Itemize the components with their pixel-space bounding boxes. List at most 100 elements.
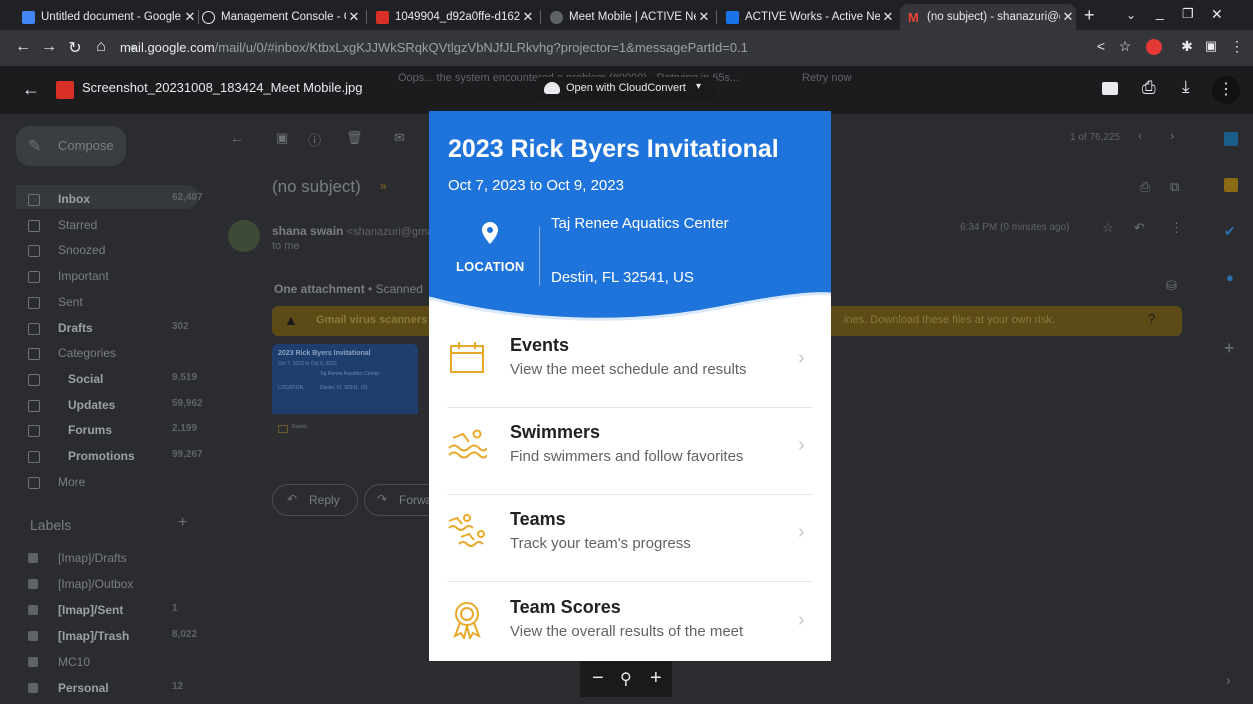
url-field[interactable]: mail.google.com/mail/u/0/#inbox/KtbxLxgK…: [120, 40, 748, 55]
zoom-out-icon[interactable]: −: [592, 667, 604, 690]
older-icon[interactable]: ›: [1170, 128, 1174, 143]
sender-avatar[interactable]: [228, 220, 260, 252]
sidebar-item[interactable]: Updates 59,962: [28, 398, 203, 412]
more-icon[interactable]: ⋮: [1170, 220, 1183, 236]
dropdown-arrow-icon[interactable]: ▾: [696, 81, 701, 92]
sidebar-item[interactable]: Forums 2,199: [28, 423, 197, 438]
label-item[interactable]: Personal 12: [28, 681, 183, 695]
help-icon[interactable]: ?: [1148, 311, 1155, 326]
label-item[interactable]: [Imap]/Outbox: [28, 577, 133, 591]
new-tab-button[interactable]: +: [1084, 5, 1095, 26]
sidebar-item[interactable]: Starred: [28, 218, 97, 232]
sidebar-item[interactable]: Categories: [28, 346, 116, 361]
forward-icon[interactable]: →: [38, 38, 60, 56]
label-item[interactable]: [Imap]/Sent 1: [28, 603, 178, 617]
extensions-icon[interactable]: ✱: [1176, 38, 1198, 55]
reload-icon[interactable]: ↻: [64, 38, 86, 58]
meet-mobile-screenshot: 2023 Rick Byers Invitational Oct 7, 2023…: [429, 111, 831, 661]
add-to-drive-folder-icon[interactable]: [1102, 82, 1118, 95]
close-tab-icon[interactable]: ✕: [520, 9, 536, 25]
add-label-icon[interactable]: +: [178, 514, 187, 532]
browser-tab[interactable]: Untitled document - Google ✕: [14, 4, 198, 30]
report-spam-icon[interactable]: ⓘ: [308, 130, 321, 149]
close-tab-icon[interactable]: ✕: [696, 9, 712, 25]
get-addons-icon[interactable]: +: [1224, 338, 1235, 359]
sidebar-item[interactable]: Promotions 99,267: [28, 449, 203, 463]
viewer-more-icon[interactable]: ⋮: [1212, 76, 1240, 104]
sidebar-item-count: 62,407: [172, 192, 203, 203]
zoom-magnifier-icon[interactable]: ⚲: [620, 669, 632, 689]
open-with-cloudconvert-button[interactable]: Open with CloudConvert ▾: [536, 77, 716, 101]
label-item-label: [Imap]/Sent: [58, 603, 124, 617]
side-panel-icon[interactable]: ▣: [1200, 38, 1222, 54]
important-marker-icon[interactable]: »: [380, 179, 387, 193]
browser-tab[interactable]: ACTIVE Works - Active Netw ✕: [718, 4, 896, 30]
sidebar-item[interactable]: Inbox 62,407: [28, 192, 203, 206]
menu-item-team-scores[interactable]: Team Scores View the overall results of …: [447, 583, 813, 661]
keep-app-icon[interactable]: [1224, 178, 1238, 192]
tab-title: Untitled document - Google: [41, 11, 181, 23]
newer-icon[interactable]: ‹: [1138, 128, 1142, 143]
star-icon[interactable]: ☆: [1102, 220, 1114, 236]
reply-icon[interactable]: ↶: [1134, 220, 1145, 236]
menu-item-events[interactable]: Events View the meet schedule and result…: [447, 321, 813, 407]
close-window-icon[interactable]: ✕: [1211, 6, 1223, 23]
label-item[interactable]: [Imap]/Drafts: [28, 551, 127, 565]
label-tag-icon: [28, 683, 38, 693]
close-tab-icon[interactable]: ✕: [880, 9, 896, 25]
minimize-icon[interactable]: _: [1156, 4, 1164, 20]
back-icon[interactable]: ←: [12, 38, 34, 56]
attachment-thumbnail[interactable]: 2023 Rick Byers Invitational Oct 7, 2023…: [272, 344, 418, 456]
label-tag-icon: [28, 657, 38, 667]
print-viewer-icon[interactable]: ⎙: [1142, 78, 1156, 98]
reply-button[interactable]: ↶ Reply: [272, 484, 358, 516]
browser-tab[interactable]: Meet Mobile | ACTIVE Netw ✕: [542, 4, 712, 30]
tab-search-icon[interactable]: ⌄: [1126, 8, 1136, 22]
label-item[interactable]: MC10: [28, 655, 90, 669]
sidebar-item-icon: [28, 348, 40, 361]
close-viewer-icon[interactable]: ←: [22, 79, 40, 100]
open-new-window-icon[interactable]: ⧉: [1170, 179, 1179, 195]
retry-link[interactable]: Retry now: [802, 72, 852, 84]
home-icon[interactable]: ⌂: [90, 38, 112, 56]
location-address: Destin, FL 32541, US: [551, 269, 694, 286]
close-tab-icon[interactable]: ✕: [346, 9, 362, 25]
download-icon[interactable]: ⤓: [1182, 77, 1190, 97]
sidebar-item[interactable]: Important: [28, 269, 109, 284]
menu-item-teams[interactable]: Teams Track your team's progress ›: [447, 495, 813, 581]
back-to-inbox-icon[interactable]: ←: [230, 130, 244, 146]
show-side-panel-icon[interactable]: ›: [1226, 672, 1231, 688]
browser-tab[interactable]: 1049904_d92a0ffe-d162-4a ✕: [368, 4, 536, 30]
zoom-in-icon[interactable]: +: [650, 667, 662, 690]
pager-text: 1 of 76,225: [1070, 132, 1121, 143]
contacts-app-icon[interactable]: ●: [1226, 270, 1234, 285]
sidebar-item-icon: [28, 194, 40, 206]
menu-item-swimmers[interactable]: Swimmers Find swimmers and follow favori…: [447, 408, 813, 494]
sidebar-item[interactable]: Snoozed: [28, 243, 105, 258]
adblock-icon[interactable]: [1146, 39, 1162, 55]
print-icon[interactable]: ⎙: [1140, 179, 1150, 195]
browser-tab-active[interactable]: M (no subject) - shanazuri@gn ✕: [900, 4, 1076, 30]
bookmark-star-icon[interactable]: ☆: [1114, 38, 1136, 55]
close-tab-icon[interactable]: ✕: [1060, 9, 1076, 25]
sidebar-item[interactable]: More: [28, 475, 85, 489]
share-icon[interactable]: <: [1090, 38, 1112, 54]
label-item[interactable]: [Imap]/Trash 8,022: [28, 629, 197, 643]
add-to-drive-icon[interactable]: ⛁: [1166, 278, 1177, 294]
tasks-app-icon[interactable]: ✔: [1224, 223, 1236, 240]
calendar-app-icon[interactable]: [1224, 132, 1238, 146]
sidebar-item[interactable]: Sent: [28, 295, 83, 309]
archive-icon[interactable]: ▣: [276, 130, 288, 146]
sidebar-item[interactable]: Drafts 302: [28, 321, 189, 335]
chrome-menu-icon[interactable]: ⋮: [1226, 38, 1248, 55]
mark-unread-icon[interactable]: ✉: [394, 130, 405, 146]
sidebar-item[interactable]: Social 9,519: [28, 372, 197, 386]
delete-icon[interactable]: 🗑︎: [346, 130, 363, 146]
cloudconvert-icon: [544, 82, 560, 94]
to-me-dropdown[interactable]: to me: [272, 240, 300, 252]
sender-name: shana swain: [272, 224, 344, 238]
restore-icon[interactable]: ❐: [1182, 6, 1194, 22]
browser-tab[interactable]: Management Console - City ✕: [194, 4, 362, 30]
menu-title: Teams: [510, 509, 566, 529]
compose-button[interactable]: ✎ Compose: [16, 126, 126, 166]
